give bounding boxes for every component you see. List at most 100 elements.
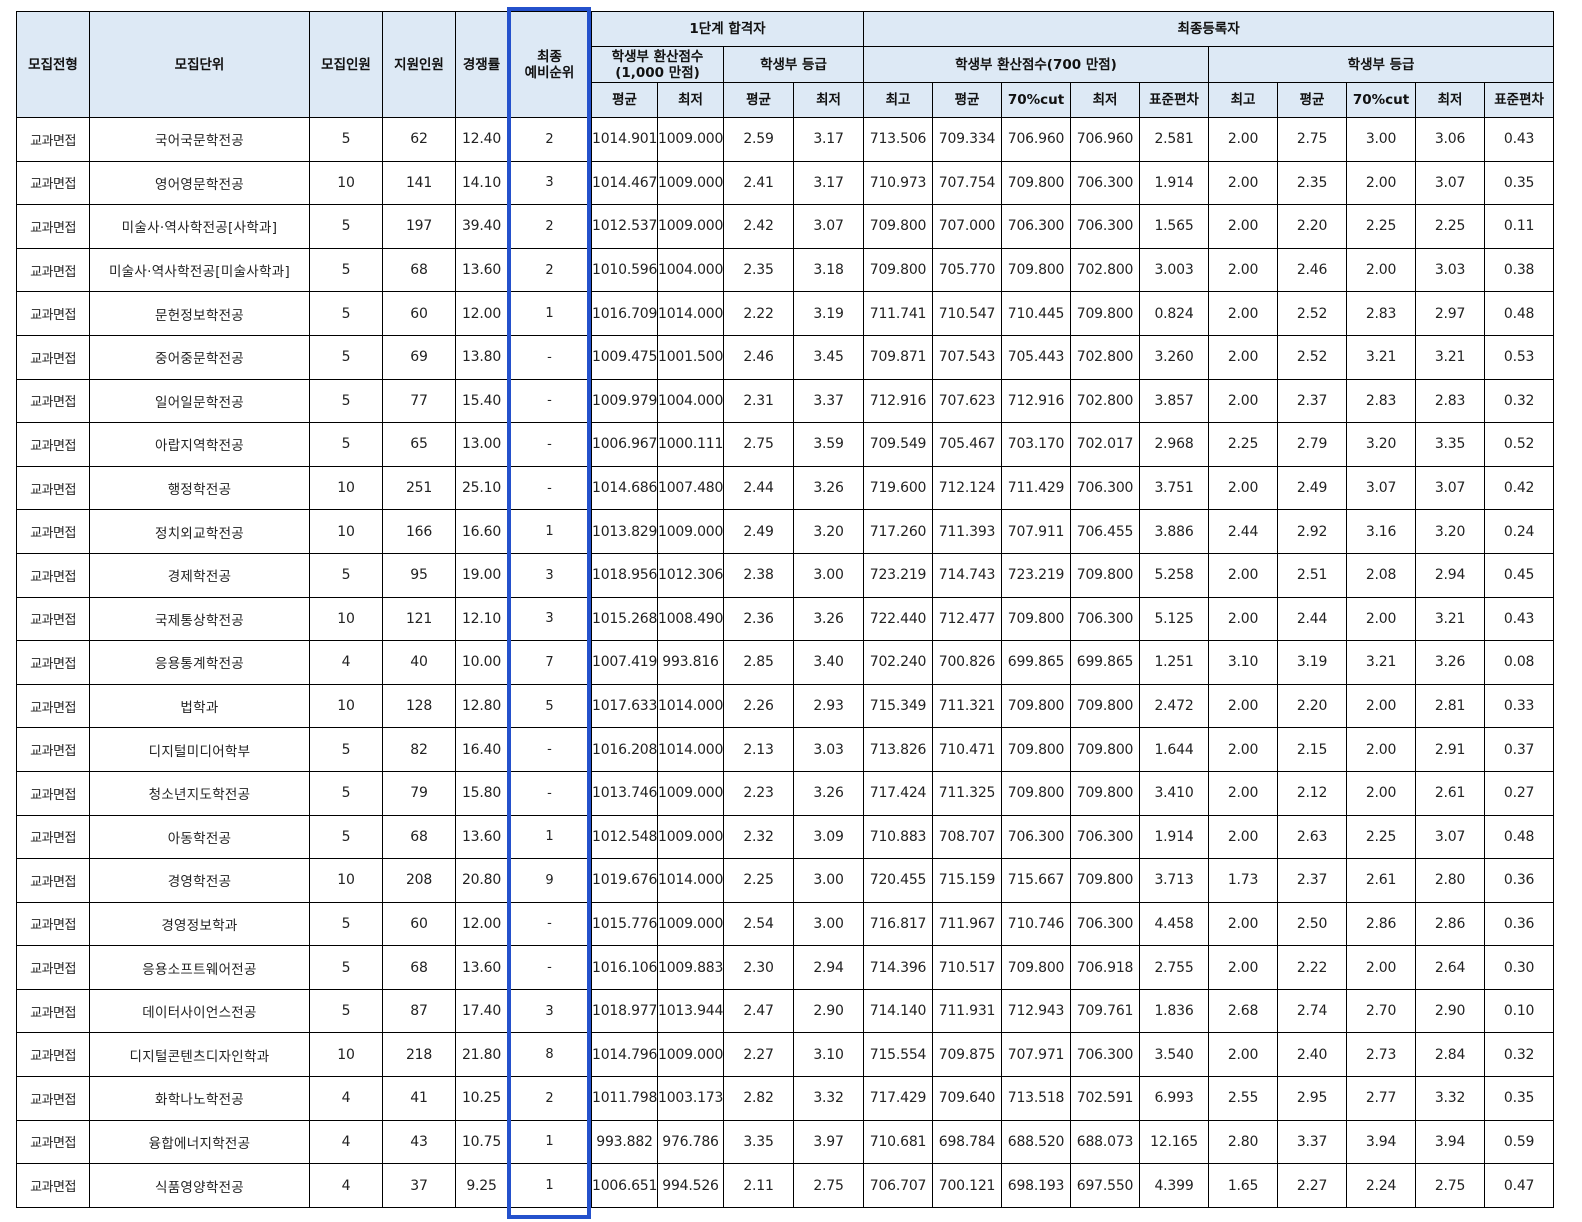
cell-quota: 5 <box>309 814 383 860</box>
header-stage1-score-title: 학생부 환산점수 <box>611 48 704 65</box>
cell-f-grade-max: 2.00 <box>1208 945 1279 990</box>
cell-unit: 경제학전공 <box>89 552 310 598</box>
cell-f-grade-cut70: 3.21 <box>1346 640 1417 685</box>
cell-f-score-avg: 707.543 <box>932 334 1003 380</box>
cell-applicants: 41 <box>382 1076 456 1121</box>
cell-type: 교과면접 <box>16 422 90 467</box>
cell-applicants: 77 <box>382 378 456 424</box>
cell-f-score-max: 717.424 <box>863 770 934 816</box>
cell-f-score-avg: 705.467 <box>932 422 1003 467</box>
table-row: 교과면접 경영학전공 10 208 20.80 9 1019.676 1014.000 2.25… <box>16 858 1555 903</box>
cell-f-grade-cut70: 2.83 <box>1346 291 1417 336</box>
cell-f-score-stdev: 3.410 <box>1139 770 1210 816</box>
cell-f-grade-max: 2.00 <box>1208 596 1279 642</box>
cell-f-grade-avg: 2.92 <box>1277 509 1348 554</box>
cell-s1-score-avg: 1014.796 <box>591 1032 658 1078</box>
cell-f-score-stdev: 1.644 <box>1139 727 1210 772</box>
cell-type: 교과면접 <box>16 1163 90 1208</box>
cell-f-grade-max: 2.00 <box>1208 814 1279 860</box>
cell-f-score-cut70: 709.800 <box>1001 770 1072 816</box>
cell-s1-grade-avg: 2.11 <box>723 1163 794 1208</box>
cell-f-score-cut70: 711.429 <box>1001 465 1072 511</box>
cell-f-score-stdev: 4.399 <box>1139 1163 1210 1208</box>
cell-f-score-cut70: 706.300 <box>1001 204 1072 249</box>
cell-s1-grade-avg: 2.32 <box>723 814 794 860</box>
cell-applicants: 68 <box>382 814 456 860</box>
cell-type: 교과면접 <box>16 1032 90 1078</box>
cell-ratio: 19.00 <box>455 552 508 598</box>
header-f-score-stdev: 표준편차 <box>1139 82 1210 118</box>
cell-f-grade-max: 1.65 <box>1208 1163 1279 1208</box>
cell-s1-grade-min: 2.94 <box>792 945 865 990</box>
cell-f-score-max: 723.219 <box>863 552 934 598</box>
cell-s1-grade-min: 3.59 <box>792 422 865 467</box>
cell-applicants: 121 <box>382 596 456 642</box>
cell-f-grade-stdev: 0.53 <box>1484 334 1555 380</box>
cell-waitlist-rank: - <box>507 334 592 380</box>
cell-f-grade-stdev: 0.32 <box>1484 378 1555 424</box>
cell-s1-score-min: 1014.000 <box>657 858 724 903</box>
cell-f-grade-stdev: 0.43 <box>1484 117 1555 162</box>
cell-type: 교과면접 <box>16 640 90 685</box>
cell-f-grade-cut70: 2.00 <box>1346 945 1417 990</box>
cell-f-grade-min: 3.35 <box>1415 422 1486 467</box>
cell-ratio: 13.60 <box>455 247 508 293</box>
cell-f-score-min: 706.300 <box>1070 465 1141 511</box>
cell-f-score-max: 711.741 <box>863 291 934 336</box>
cell-s1-grade-avg: 2.38 <box>723 552 794 598</box>
cell-quota: 4 <box>309 1076 383 1121</box>
cell-f-score-max: 720.455 <box>863 858 934 903</box>
cell-f-grade-max: 2.00 <box>1208 727 1279 772</box>
cell-f-score-stdev: 2.755 <box>1139 945 1210 990</box>
cell-f-score-max: 702.240 <box>863 640 934 685</box>
cell-unit: 국제통상학전공 <box>89 596 310 642</box>
cell-quota: 10 <box>309 1032 383 1078</box>
cell-s1-grade-min: 3.37 <box>792 378 865 424</box>
cell-f-grade-min: 2.91 <box>1415 727 1486 772</box>
header-unit: 모집단위 <box>89 11 310 118</box>
cell-applicants: 251 <box>382 465 456 511</box>
cell-s1-grade-avg: 2.75 <box>723 422 794 467</box>
cell-s1-score-avg: 1014.901 <box>591 117 658 162</box>
cell-ratio: 10.00 <box>455 640 508 685</box>
cell-f-score-cut70: 705.443 <box>1001 334 1072 380</box>
cell-f-grade-cut70: 3.21 <box>1346 334 1417 380</box>
cell-f-score-max: 710.681 <box>863 1119 934 1165</box>
cell-f-grade-cut70: 3.16 <box>1346 509 1417 554</box>
cell-unit: 경영정보학과 <box>89 901 310 947</box>
cell-f-score-max: 709.800 <box>863 247 934 293</box>
cell-f-score-avg: 700.826 <box>932 640 1003 685</box>
cell-s1-grade-min: 3.45 <box>792 334 865 380</box>
cell-f-grade-avg: 2.51 <box>1277 552 1348 598</box>
cell-quota: 5 <box>309 552 383 598</box>
cell-f-score-min: 688.073 <box>1070 1119 1141 1165</box>
cell-s1-score-avg: 1009.979 <box>591 378 658 424</box>
header-f-grade-min: 최저 <box>1415 82 1486 118</box>
table-row: 교과면접 응용소프트웨어전공 5 68 13.60-1016.106 1009.883 2.… <box>16 945 1555 990</box>
cell-type: 교과면접 <box>16 1076 90 1121</box>
cell-applicants: 141 <box>382 160 456 206</box>
cell-s1-score-min: 1009.000 <box>657 204 724 249</box>
cell-f-grade-avg: 2.95 <box>1277 1076 1348 1121</box>
cell-waitlist-rank: - <box>507 378 592 424</box>
cell-s1-score-min: 1004.000 <box>657 378 724 424</box>
cell-quota: 10 <box>309 160 383 206</box>
cell-s1-grade-min: 3.40 <box>792 640 865 685</box>
cell-f-score-stdev: 1.914 <box>1139 160 1210 206</box>
table-row: 교과면접 디지털콘텐츠디자인학과 10 218 21.80 8 1014.796 1009.0… <box>16 1032 1555 1078</box>
cell-s1-grade-min: 2.75 <box>792 1163 865 1208</box>
cell-f-grade-cut70: 2.00 <box>1346 160 1417 206</box>
cell-ratio: 12.80 <box>455 683 508 729</box>
cell-f-score-max: 717.429 <box>863 1076 934 1121</box>
cell-type: 교과면접 <box>16 596 90 642</box>
cell-f-grade-max: 2.00 <box>1208 683 1279 729</box>
cell-f-grade-avg: 3.19 <box>1277 640 1348 685</box>
cell-ratio: 16.60 <box>455 509 508 554</box>
table-row: 교과면접 행정학전공 10 251 25.10-1014.686 1007.480 2.44… <box>16 465 1555 511</box>
cell-s1-grade-avg: 2.22 <box>723 291 794 336</box>
table-row: 교과면접 융합에너지학전공 4 43 10.75 1 993.882 976.786 3.35 3… <box>16 1119 1555 1165</box>
cell-s1-score-min: 1007.480 <box>657 465 724 511</box>
cell-f-score-avg: 711.967 <box>932 901 1003 947</box>
cell-applicants: 166 <box>382 509 456 554</box>
cell-s1-score-min: 993.816 <box>657 640 724 685</box>
